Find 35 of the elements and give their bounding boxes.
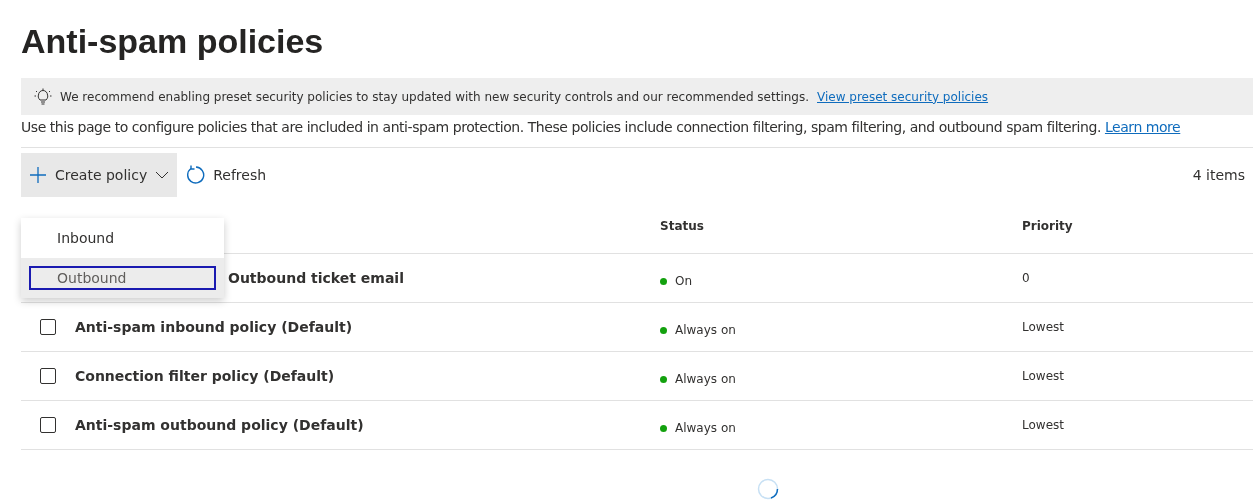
refresh-icon (185, 165, 206, 185)
menu-item[interactable]: Inbound (21, 218, 224, 258)
priority-text: Lowest (1022, 320, 1064, 334)
status-dot (660, 424, 667, 432)
column-header[interactable]: Status (660, 218, 1022, 233)
status-text: On (675, 274, 693, 288)
status-text: Always on (675, 372, 736, 386)
banner-text: We recommend enabling preset security policies to stay updated with new security controls and our recommended settings. (60, 89, 809, 104)
plus-icon (29, 166, 47, 184)
menu-item[interactable]: Outbound (21, 258, 224, 298)
row-checkbox[interactable] (40, 417, 56, 433)
row-checkbox[interactable] (40, 368, 56, 384)
column-header[interactable]: Priority (1022, 218, 1073, 233)
policy-name[interactable]: Anti-spam inbound policy (Default) (75, 319, 660, 335)
policy-name[interactable]: Anti-spam outbound policy (Default) (75, 417, 660, 433)
chevron-down-icon (155, 170, 170, 180)
policy-name[interactable]: Connection filter policy (Default) (75, 368, 660, 384)
status-dot (660, 326, 667, 334)
row-checkbox[interactable] (40, 319, 56, 335)
priority-text: Lowest (1022, 418, 1064, 432)
refresh-button[interactable]: Refresh (177, 153, 275, 197)
status-dot (660, 277, 667, 285)
description-text: Use this page to configure policies that are included in anti-spam protection. These policies include connection filtering, spam filtering, and outbound spam filtering. (21, 119, 1101, 135)
preset-policies-link[interactable]: View preset security policies (817, 89, 989, 104)
page-title: Anti-spam policies (21, 21, 325, 62)
item-count: 4 items (1192, 167, 1245, 183)
status-text: Always on (675, 421, 736, 435)
status-text: Always on (675, 323, 736, 337)
learn-more-link[interactable]: Learn more (1104, 119, 1181, 135)
loading-spinner-icon (757, 478, 779, 500)
status-dot (660, 375, 667, 383)
priority-text: 0 (1022, 271, 1030, 285)
create-policy-button[interactable]: Create policy (21, 153, 178, 197)
lightbulb-icon (34, 87, 52, 106)
priority-text: Lowest (1022, 369, 1064, 383)
